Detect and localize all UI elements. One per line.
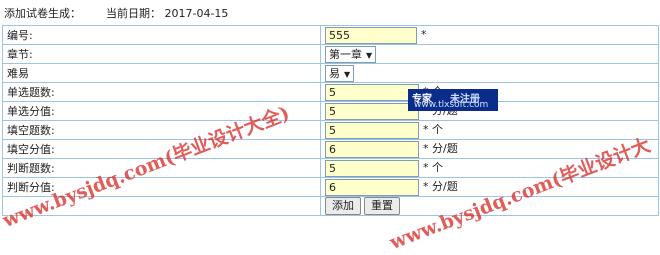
required-mark: * xyxy=(423,104,429,118)
required-mark: * xyxy=(423,85,429,99)
field-label: 单选题数: xyxy=(2,82,321,102)
date-label: 当前日期： xyxy=(106,7,161,20)
single-score-input[interactable]: 5 xyxy=(325,102,419,120)
required-mark: * xyxy=(421,28,427,41)
required-mark: * xyxy=(423,142,429,156)
form-row-fill-score: 填空分值: 6 * 分/题 xyxy=(2,139,659,159)
date-value: 2017-04-15 xyxy=(164,7,229,20)
unit-label: 个 xyxy=(432,161,443,175)
chevron-down-icon: ▼ xyxy=(344,69,351,79)
form-row-single-count: 单选题数: 5 * 个 xyxy=(2,82,659,102)
chapter-select[interactable]: 第一章 ▼ xyxy=(325,45,377,63)
form-row-chapter: 章节: 第一章 ▼ xyxy=(2,44,659,64)
judge-score-input[interactable]: 6 xyxy=(325,178,419,196)
unit-label: 分/题 xyxy=(432,180,458,194)
difficulty-select[interactable]: 易 ▼ xyxy=(325,64,355,82)
difficulty-select-value: 易 xyxy=(329,66,340,80)
chevron-down-icon: ▼ xyxy=(366,50,373,60)
page-header: 添加试卷生成： 当前日期： 2017-04-15 xyxy=(4,5,228,21)
form-row-judge-score: 判断分值: 6 * 分/题 xyxy=(2,177,659,197)
field-label: 填空题数: xyxy=(2,120,321,140)
form-row-id: 编号: 555 * xyxy=(2,25,659,45)
add-button[interactable]: 添加 xyxy=(325,197,361,215)
chapter-select-value: 第一章 xyxy=(329,47,362,61)
field-label: 编号: xyxy=(2,25,321,45)
required-mark: * xyxy=(423,180,429,194)
single-count-input[interactable]: 5 xyxy=(325,83,419,101)
judge-count-input[interactable]: 5 xyxy=(325,159,419,177)
field-label: 单选分值: xyxy=(2,101,321,121)
field-label: 判断分值: xyxy=(2,177,321,197)
unit-label: 分/题 xyxy=(432,104,458,118)
form-row-difficulty: 难易 易 ▼ xyxy=(2,63,659,83)
field-label: 章节: xyxy=(2,44,321,64)
page-title: 添加试卷生成： xyxy=(4,7,81,20)
fill-count-input[interactable]: 5 xyxy=(325,121,419,139)
form-row-actions: 添加 重置 xyxy=(2,196,659,216)
id-input[interactable]: 555 xyxy=(325,26,417,44)
field-label: 填空分值: xyxy=(2,139,321,159)
form-row-judge-count: 判断题数: 5 * 个 xyxy=(2,158,659,178)
reset-button[interactable]: 重置 xyxy=(364,197,400,215)
unit-label: 个 xyxy=(432,85,443,99)
unit-label: 个 xyxy=(432,123,443,137)
required-mark: * xyxy=(423,123,429,137)
fill-score-input[interactable]: 6 xyxy=(325,140,419,158)
exam-form-table: 编号: 555 * 章节: 第一章 ▼ 难易 易 ▼ 单选题数: 5 * 个 单选分值:… xyxy=(2,25,659,216)
field-label: 难易 xyxy=(2,63,321,83)
form-row-single-score: 单选分值: 5 * 分/题 xyxy=(2,101,659,121)
form-row-fill-count: 填空题数: 5 * 个 xyxy=(2,120,659,140)
unit-label: 分/题 xyxy=(432,142,458,156)
field-label: 判断题数: xyxy=(2,158,321,178)
required-mark: * xyxy=(423,161,429,175)
